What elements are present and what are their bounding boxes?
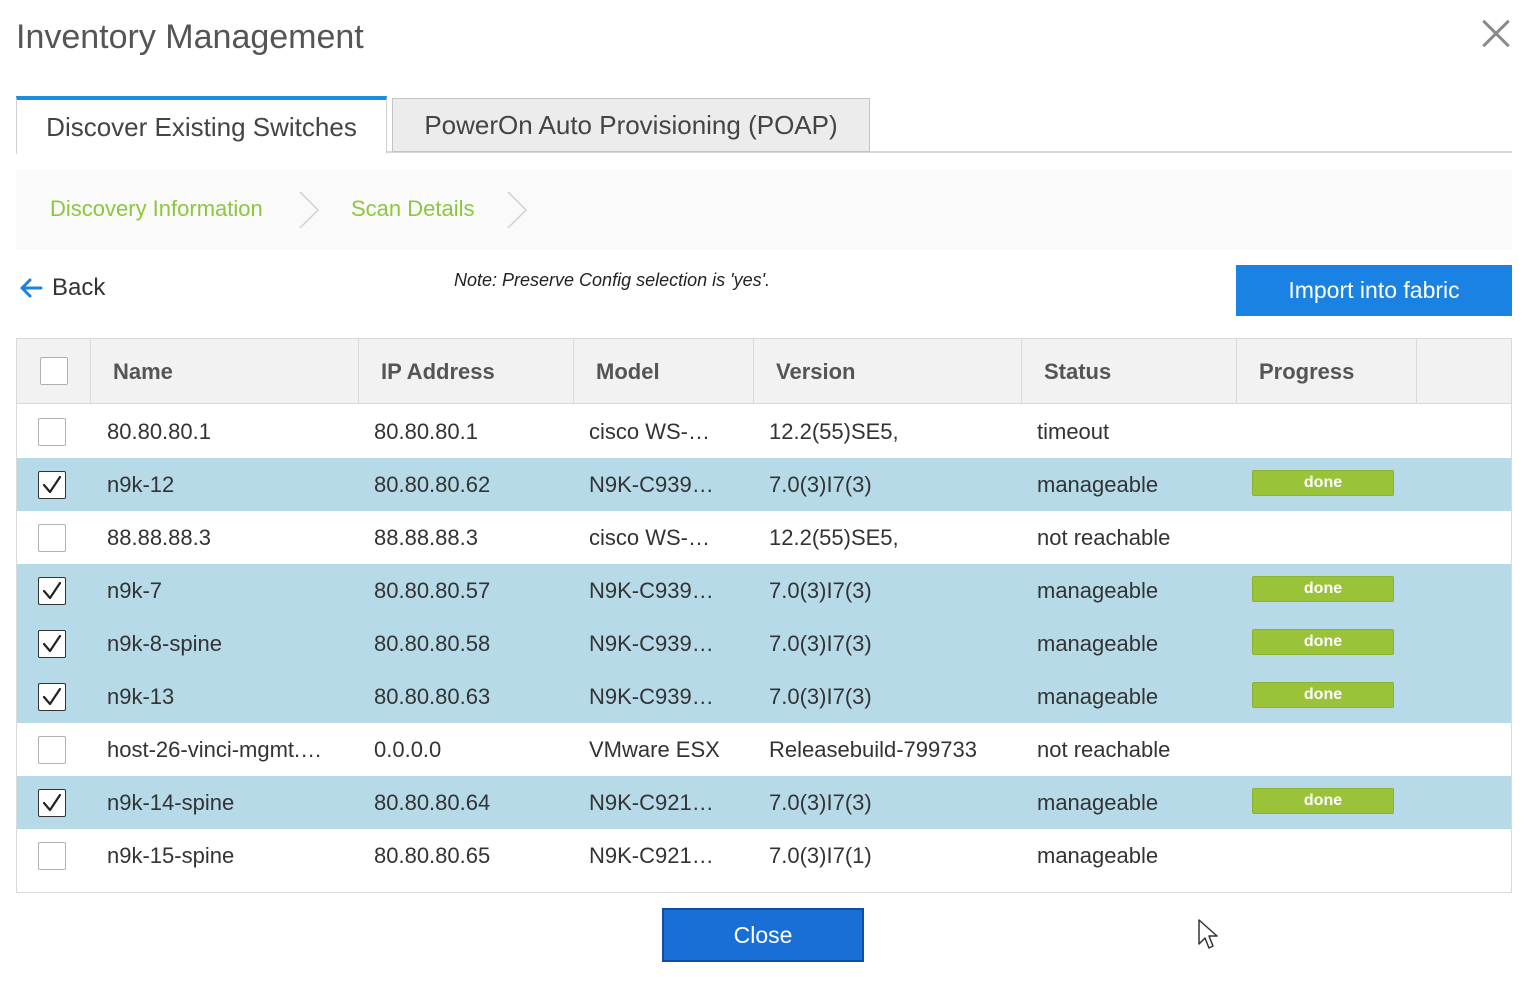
- row-checkbox[interactable]: [38, 524, 66, 552]
- cell-model: N9K-C939…: [589, 683, 714, 709]
- cell-status: manageable: [1037, 471, 1159, 497]
- arrow-left-icon: [20, 278, 43, 298]
- chevron-right-icon: [292, 190, 328, 230]
- cell-ip-address: 80.80.80.64: [374, 789, 491, 815]
- wizard-steps: Discovery Information Scan Details: [16, 170, 1512, 250]
- row-checkbox[interactable]: [38, 683, 66, 711]
- page-title: Inventory Management: [16, 18, 364, 56]
- cell-ip-address: 0.0.0.0: [374, 736, 442, 762]
- cell-version: Releasebuild-799733: [769, 736, 977, 762]
- cell-model: N9K-C921…: [589, 842, 714, 868]
- cell-status: manageable: [1037, 683, 1159, 709]
- step-scan-details[interactable]: Scan Details: [351, 196, 475, 222]
- progress-done-badge: done: [1252, 788, 1394, 814]
- cell-name: n9k-7: [107, 577, 163, 603]
- cell-status: manageable: [1037, 842, 1159, 868]
- cell-version: 7.0(3)I7(3): [769, 577, 872, 603]
- table-row[interactable]: n9k-14-spine 80.80.80.64 N9K-C921… 7.0(3)I7…: [17, 776, 1511, 829]
- table-header: Name IP Address Model Version Status Pro…: [17, 339, 1511, 404]
- table-row[interactable]: n9k-12 80.80.80.62 N9K-C939… 7.0(3)I7(3) man…: [17, 458, 1511, 511]
- back-button[interactable]: Back: [18, 274, 105, 302]
- cell-status: not reachable: [1037, 736, 1171, 762]
- cell-model: VMware ESX: [589, 736, 720, 762]
- cell-name: n9k-12: [107, 471, 175, 497]
- table-row[interactable]: n9k-8-spine 80.80.80.58 N9K-C939… 7.0(3)I7(…: [17, 617, 1511, 670]
- cell-model: N9K-C939…: [589, 577, 714, 603]
- cell-status: not reachable: [1037, 524, 1171, 550]
- close-icon[interactable]: [1476, 14, 1516, 54]
- cell-model: N9K-C921…: [589, 789, 714, 815]
- cell-name: n9k-8-spine: [107, 630, 222, 656]
- row-checkbox[interactable]: [38, 842, 66, 870]
- table-row[interactable]: 80.80.80.1 80.80.80.1 cisco WS-… 12.2(55)SE…: [17, 405, 1511, 458]
- cell-name: host-26-vinci-mgmt.…: [107, 736, 323, 762]
- table-row[interactable]: n9k-15-spine 80.80.80.65 N9K-C921… 7.0(3)I7…: [17, 829, 1511, 882]
- progress-done-badge: done: [1252, 470, 1394, 496]
- cell-name: n9k-15-spine: [107, 842, 235, 868]
- cell-version: 12.2(55)SE5,: [769, 418, 899, 444]
- progress-done-badge: done: [1252, 629, 1394, 655]
- table-row[interactable]: 88.88.88.3 88.88.88.3 cisco WS-… 12.2(55)SE…: [17, 511, 1511, 564]
- cell-ip-address: 80.80.80.1: [374, 418, 478, 444]
- header-progress[interactable]: Progress: [1237, 339, 1417, 404]
- cell-model: N9K-C939…: [589, 630, 714, 656]
- back-label: Back: [52, 274, 106, 301]
- import-into-fabric-button[interactable]: Import into fabric: [1236, 265, 1512, 316]
- close-button[interactable]: Close: [662, 908, 864, 962]
- cell-version: 7.0(3)I7(3): [769, 789, 872, 815]
- header-name[interactable]: Name: [91, 339, 359, 404]
- header-version[interactable]: Version: [754, 339, 1022, 404]
- row-checkbox[interactable]: [38, 630, 66, 658]
- cell-status: manageable: [1037, 630, 1159, 656]
- cell-ip-address: 80.80.80.63: [374, 683, 491, 709]
- tab-bar: Discover Existing Switches PowerOn Auto …: [16, 96, 1512, 154]
- header-status[interactable]: Status: [1022, 339, 1237, 404]
- row-checkbox[interactable]: [38, 789, 66, 817]
- mouse-cursor-icon: [1198, 919, 1218, 949]
- cell-version: 7.0(3)I7(3): [769, 630, 872, 656]
- cell-status: manageable: [1037, 577, 1159, 603]
- cell-ip-address: 80.80.80.58: [374, 630, 491, 656]
- progress-done-badge: done: [1252, 576, 1394, 602]
- cell-ip-address: 88.88.88.3: [374, 524, 478, 550]
- step-discovery-information[interactable]: Discovery Information: [50, 196, 263, 222]
- tab-discover-existing-switches[interactable]: Discover Existing Switches: [16, 96, 387, 154]
- cell-ip-address: 80.80.80.65: [374, 842, 491, 868]
- cell-name: n9k-14-spine: [107, 789, 235, 815]
- row-checkbox[interactable]: [38, 418, 66, 446]
- cell-name: 80.80.80.1: [107, 418, 211, 444]
- header-model[interactable]: Model: [574, 339, 754, 404]
- select-all-checkbox[interactable]: [40, 357, 68, 385]
- cell-model: cisco WS-…: [589, 418, 710, 444]
- table-row[interactable]: n9k-13 80.80.80.63 N9K-C939… 7.0(3)I7(3) man…: [17, 670, 1511, 723]
- cell-status: manageable: [1037, 789, 1159, 815]
- row-checkbox[interactable]: [38, 736, 66, 764]
- table-row[interactable]: n9k-7 80.80.80.57 N9K-C939… 7.0(3)I7(3) mana…: [17, 564, 1511, 617]
- cell-version: 7.0(3)I7(3): [769, 683, 872, 709]
- cell-model: cisco WS-…: [589, 524, 710, 550]
- cell-name: 88.88.88.3: [107, 524, 211, 550]
- row-checkbox[interactable]: [38, 577, 66, 605]
- tab-poap[interactable]: PowerOn Auto Provisioning (POAP): [392, 98, 870, 152]
- cell-version: 7.0(3)I7(3): [769, 471, 872, 497]
- cell-version: 7.0(3)I7(1): [769, 842, 872, 868]
- cell-model: N9K-C939…: [589, 471, 714, 497]
- header-select-all-cell: [17, 339, 91, 404]
- cell-version: 12.2(55)SE5,: [769, 524, 899, 550]
- table-row[interactable]: host-26-vinci-mgmt.… 0.0.0.0 VMware ESX Rel…: [17, 723, 1511, 776]
- preserve-config-note: Note: Preserve Config selection is 'yes'…: [454, 270, 771, 290]
- switch-table: Name IP Address Model Version Status Pro…: [16, 338, 1512, 893]
- chevron-right-icon: [500, 190, 536, 230]
- header-ip-address[interactable]: IP Address: [359, 339, 574, 404]
- cell-status: timeout: [1037, 418, 1110, 444]
- row-checkbox[interactable]: [38, 471, 66, 499]
- progress-done-badge: done: [1252, 682, 1394, 708]
- cell-name: n9k-13: [107, 683, 175, 709]
- cell-ip-address: 80.80.80.62: [374, 471, 491, 497]
- cell-ip-address: 80.80.80.57: [374, 577, 491, 603]
